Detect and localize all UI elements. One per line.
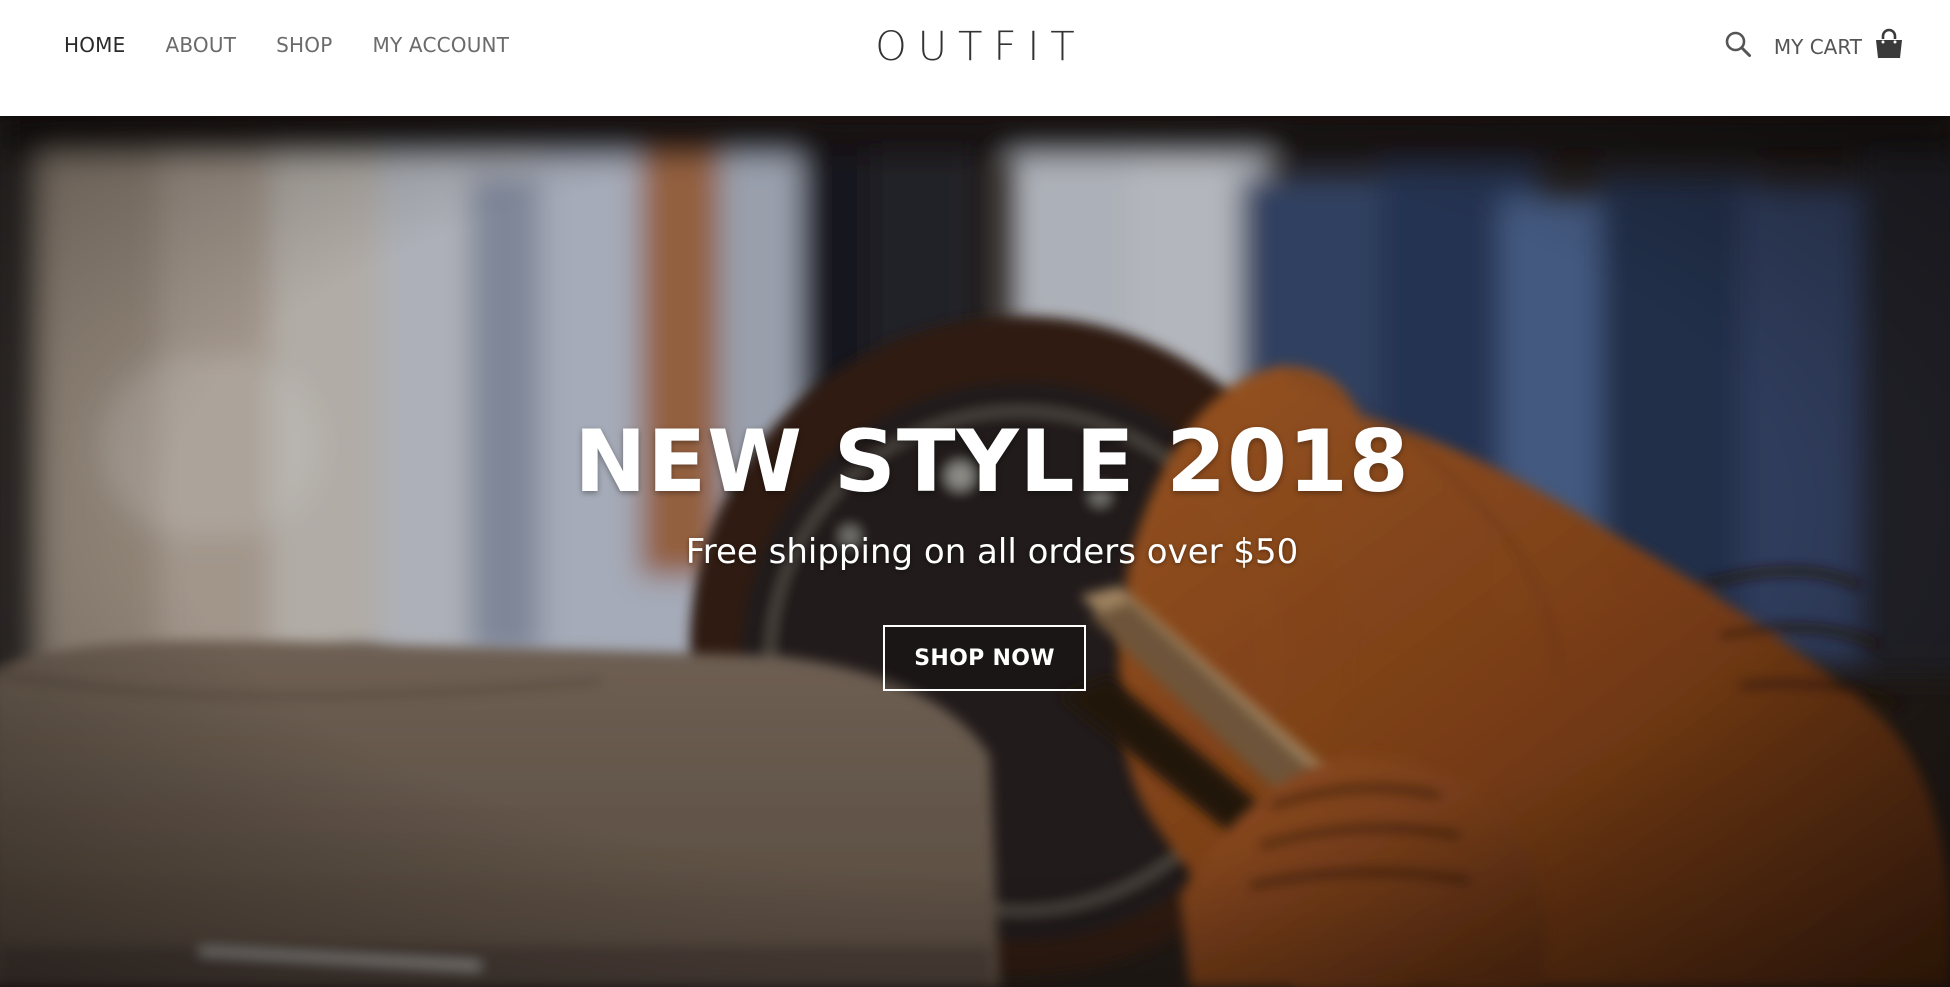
search-button[interactable] bbox=[1722, 28, 1754, 60]
header-tools: MY CART bbox=[1722, 28, 1904, 60]
hero-subtitle: Free shipping on all orders over $50 bbox=[685, 532, 1299, 572]
hero-banner: NEW STYLE 2018 Free shipping on all orde… bbox=[0, 116, 1950, 987]
site-header: HOME ABOUT SHOP MY ACCOUNT OUTFIT MY CAR… bbox=[0, 0, 1950, 116]
shop-now-button[interactable]: SHOP NOW bbox=[883, 625, 1086, 691]
cart-label: MY CART bbox=[1773, 35, 1862, 59]
cart-button[interactable]: MY CART bbox=[1774, 28, 1904, 60]
shopping-bag-icon bbox=[1876, 28, 1902, 58]
hero-title: NEW STYLE 2018 bbox=[574, 412, 1410, 512]
search-icon bbox=[1725, 31, 1751, 57]
site-logo[interactable]: OUTFIT bbox=[0, 22, 1950, 72]
hero-content: NEW STYLE 2018 Free shipping on all orde… bbox=[0, 116, 1950, 987]
